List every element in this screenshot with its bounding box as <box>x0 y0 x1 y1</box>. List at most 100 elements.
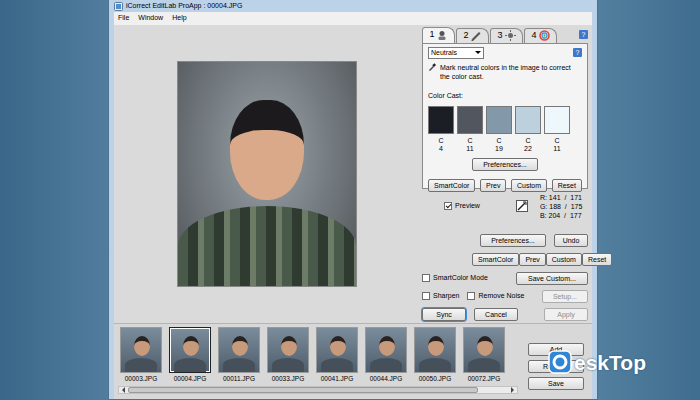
tool-button[interactable]: Prev <box>519 253 545 266</box>
thumbnail-image[interactable] <box>463 327 505 373</box>
scroll-left-icon[interactable] <box>122 387 125 393</box>
instruction-text: Mark neutral colors in the image to corr… <box>440 63 582 81</box>
checkbox[interactable] <box>444 202 452 210</box>
checkbox-label: Preview <box>455 201 480 212</box>
filmstrip: 00003.JPG00004.JPG00011.JPG00033.JPG0004… <box>114 323 592 399</box>
preview-row: Preview R: 141 / 171G: 188 / 175B: 204 / … <box>422 193 588 220</box>
photo[interactable] <box>177 61 357 287</box>
swatch[interactable]: C11 <box>457 106 483 155</box>
checkbox-label: SmartColor Mode <box>433 273 488 284</box>
reading: G: 188 / 175 <box>540 202 582 211</box>
tab[interactable]: 4 <box>524 28 557 43</box>
default-frame: Cancel <box>474 308 518 321</box>
swatch[interactable]: C4 <box>428 106 454 155</box>
save-custom-button[interactable]: Save Custom... <box>516 272 588 285</box>
swatch[interactable]: C11 <box>544 106 570 155</box>
action-button[interactable]: Sync <box>422 308 466 321</box>
main-area: 1234?Neutrals?Mark neutral colors in the… <box>114 25 592 323</box>
watermark: eskTop <box>548 350 646 374</box>
swatch[interactable]: C22 <box>515 106 541 155</box>
smartcolor-mode-checkbox[interactable]: SmartColor Mode <box>422 273 488 284</box>
thumbnail[interactable]: 00041.JPG <box>314 327 360 384</box>
swatch-value: 19 <box>495 145 503 154</box>
thumbnail[interactable]: 00004.JPG <box>167 327 213 384</box>
help-button[interactable]: ? <box>579 30 588 39</box>
reading-value: 141 / 171 <box>549 194 582 201</box>
thumbnail-image[interactable] <box>414 327 456 373</box>
option-checkbox[interactable]: Sharpen <box>422 291 459 302</box>
preview-checkbox[interactable]: Preview <box>444 201 480 212</box>
checkbox-label: Remove Noise <box>478 291 524 302</box>
reading: B: 204 / 177 <box>540 211 582 220</box>
panel-button[interactable]: SmartColor <box>428 179 475 192</box>
swatch-fill <box>515 106 541 134</box>
option-checkbox[interactable]: Remove Noise <box>467 291 524 302</box>
mode-dropdown[interactable]: Neutrals <box>428 47 484 60</box>
tool-button[interactable]: Custom <box>546 253 582 266</box>
action-button[interactable]: Apply <box>544 308 588 321</box>
tool-button[interactable]: Reset <box>582 253 612 266</box>
checkbox[interactable] <box>422 292 430 300</box>
menu-item[interactable]: Window <box>138 13 163 24</box>
preferences-button[interactable]: Preferences... <box>480 234 546 247</box>
tool-button[interactable]: SmartColor <box>472 253 519 266</box>
thumbnail[interactable]: 00033.JPG <box>265 327 311 384</box>
thumbnail-image[interactable] <box>267 327 309 373</box>
swatch[interactable]: C19 <box>486 106 512 155</box>
tab[interactable]: 1 <box>422 27 455 43</box>
swatch-row: C4C11C19C22C11 <box>428 106 582 155</box>
default-frame: Apply <box>544 308 588 321</box>
thumbnail-image[interactable] <box>316 327 358 373</box>
menu-item[interactable]: File <box>118 13 129 24</box>
tab-label: 2 <box>463 29 468 43</box>
color-wheel-icon <box>539 30 550 41</box>
thumbnail-label: 00050.JPG <box>419 374 452 384</box>
default-frame: Sync <box>422 308 466 321</box>
swatch-letter: C <box>496 137 501 146</box>
thumbnail-image[interactable] <box>365 327 407 373</box>
thumbnail[interactable]: 00011.JPG <box>216 327 262 384</box>
thumbnail-image[interactable] <box>169 327 211 373</box>
thumbnail[interactable]: 00044.JPG <box>363 327 409 384</box>
thumbnail[interactable]: 00003.JPG <box>118 327 164 384</box>
dropdown-arrow-icon <box>475 51 481 54</box>
dropdown-value: Neutrals <box>431 48 457 59</box>
checkbox[interactable] <box>422 274 430 282</box>
thumbnail-label: 00072.JPG <box>468 374 501 384</box>
checkbox[interactable] <box>467 292 475 300</box>
checkbox-label: Sharpen <box>433 291 459 302</box>
menu-item[interactable]: Help <box>172 13 186 24</box>
reading: R: 141 / 171 <box>540 193 582 202</box>
tab-strip: 1 2 34? <box>422 27 588 43</box>
swatch-value: 11 <box>466 145 473 154</box>
swatch-letter: C <box>438 137 443 146</box>
thumbnail-image[interactable] <box>218 327 260 373</box>
scroll-thumb[interactable] <box>128 387 478 393</box>
swatch-value: 4 <box>439 145 443 154</box>
thumbnail-image[interactable] <box>120 327 162 373</box>
thumbnail[interactable]: 00072.JPG <box>461 327 507 384</box>
brightness-icon <box>505 30 516 41</box>
watermark-text: eskTop <box>574 352 646 373</box>
scroll-right-icon[interactable] <box>511 387 514 393</box>
tab-label: 1 <box>429 28 434 42</box>
panel-button[interactable]: Custom <box>511 179 547 192</box>
window-title: iCorrect EditLab ProApp : 00004.JPG <box>126 1 242 12</box>
scrollbar[interactable] <box>118 386 518 394</box>
action-button[interactable]: Cancel <box>474 308 518 321</box>
setup-button[interactable]: Setup... <box>542 290 588 303</box>
panel-button[interactable]: Prev <box>480 179 506 192</box>
filmstrip-button[interactable]: Save <box>528 377 584 390</box>
swatch-value: 22 <box>524 145 532 154</box>
swatch-fill <box>457 106 483 134</box>
thumbnail[interactable]: 00050.JPG <box>412 327 458 384</box>
swatch-fill <box>486 106 512 134</box>
undo-button[interactable]: Undo <box>554 234 588 247</box>
panel-help-button[interactable]: ? <box>573 48 582 57</box>
thumbnail-list: 00003.JPG00004.JPG00011.JPG00033.JPG0004… <box>118 327 518 384</box>
preferences-button[interactable]: Preferences... <box>472 158 538 171</box>
panel-button[interactable]: Reset <box>552 179 582 192</box>
tab[interactable]: 3 <box>490 28 523 43</box>
tab[interactable]: 2 <box>456 28 489 43</box>
tab-label: 4 <box>531 29 536 43</box>
